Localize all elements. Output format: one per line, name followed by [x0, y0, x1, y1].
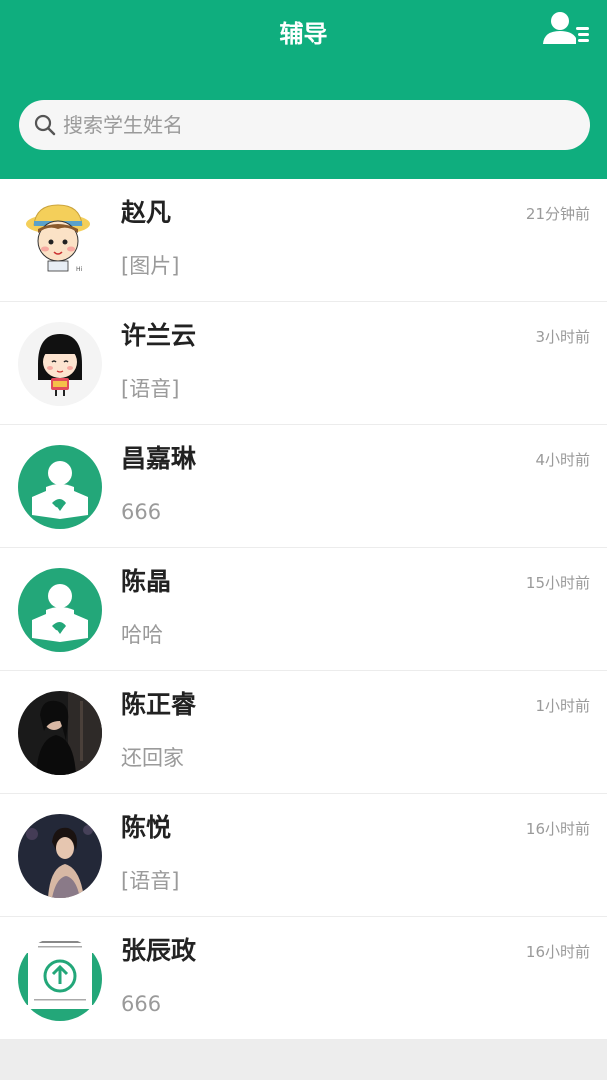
avatar[interactable]: [18, 691, 102, 775]
search-input[interactable]: [63, 100, 563, 150]
message-preview: [图片]: [121, 254, 180, 278]
student-name: 陈正睿: [121, 690, 197, 719]
search-icon: [33, 113, 57, 137]
message-preview: 还回家: [121, 746, 184, 770]
list-item[interactable]: 陈悦 16小时前 [语音]: [0, 794, 607, 917]
avatar[interactable]: [18, 568, 102, 652]
header-bar: 辅导: [0, 0, 607, 179]
message-preview: 哈哈: [121, 623, 163, 647]
message-time: 4小时前: [535, 451, 590, 469]
list-item[interactable]: 张辰政 16小时前 666: [0, 917, 607, 1040]
default-student-avatar-icon: [18, 445, 102, 529]
message-time: 16小时前: [525, 943, 590, 961]
list-item[interactable]: 昌嘉琳 4小时前 666: [0, 425, 607, 548]
message-time: 15小时前: [525, 574, 590, 592]
avatar[interactable]: [18, 445, 102, 529]
student-name: 陈晶: [121, 567, 172, 596]
avatar[interactable]: [18, 322, 102, 406]
photo-avatar-icon: [18, 691, 102, 775]
student-list: Hi 赵凡 21分钟前 [图片] 许兰云 3小时前 [语音] 昌嘉琳 4小时前 …: [0, 179, 607, 1040]
list-item[interactable]: Hi 赵凡 21分钟前 [图片]: [0, 179, 607, 302]
default-student-avatar-icon: [18, 568, 102, 652]
student-name: 陈悦: [121, 813, 172, 842]
message-preview: [语音]: [121, 377, 180, 401]
student-name: 赵凡: [121, 198, 172, 227]
message-time: 1小时前: [535, 697, 590, 715]
student-name: 张辰政: [121, 936, 197, 965]
avatar[interactable]: Hi: [18, 199, 102, 283]
user-list-icon[interactable]: [541, 10, 593, 50]
cartoon-boy-avatar-icon: Hi: [18, 199, 102, 283]
cartoon-girl-avatar-icon: [18, 322, 102, 406]
message-time: 3小时前: [535, 328, 590, 346]
message-preview: 666: [121, 500, 162, 524]
list-item[interactable]: 许兰云 3小时前 [语音]: [0, 302, 607, 425]
avatar[interactable]: [18, 937, 102, 1021]
page-title: 辅导: [279, 20, 328, 48]
message-preview: [语音]: [121, 869, 180, 893]
message-time: 21分钟前: [525, 205, 590, 223]
avatar[interactable]: [18, 814, 102, 898]
list-item[interactable]: 陈正睿 1小时前 还回家: [0, 671, 607, 794]
message-time: 16小时前: [525, 820, 590, 838]
list-item[interactable]: 陈晶 15小时前 哈哈: [0, 548, 607, 671]
message-preview: 666: [121, 992, 162, 1016]
svg-text:Hi: Hi: [76, 266, 83, 273]
green-arrow-logo-icon: [18, 937, 102, 1021]
student-name: 许兰云: [121, 321, 197, 350]
photo-avatar-icon: [18, 814, 102, 898]
student-name: 昌嘉琳: [121, 444, 197, 473]
search-bar[interactable]: [19, 100, 590, 150]
